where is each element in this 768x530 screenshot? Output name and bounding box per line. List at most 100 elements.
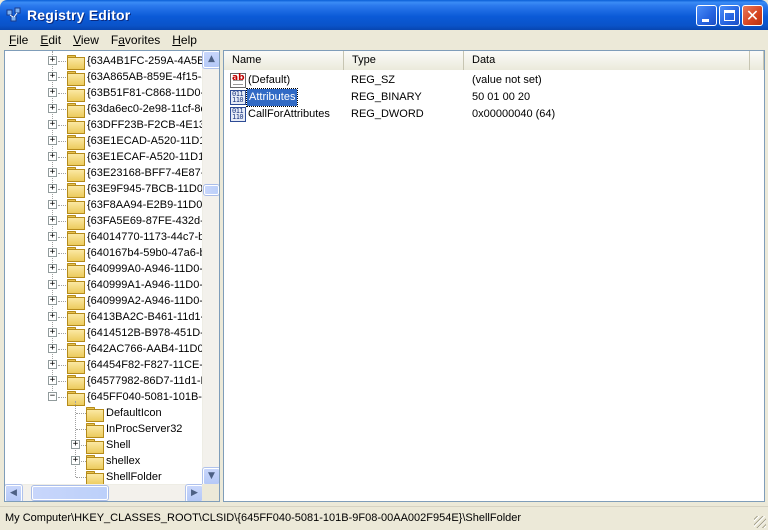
expand-icon[interactable]: + [48, 184, 57, 193]
tree-item-key[interactable]: + {63E23168-BFF7-4E87-A [5, 165, 203, 182]
folder-icon [67, 279, 85, 294]
expand-icon[interactable]: + [48, 296, 57, 305]
tree-item-subkey[interactable]: + Shell [5, 437, 203, 454]
tree-connector-line [58, 173, 66, 174]
tree-item-key[interactable]: + {63da6ec0-2e98-11cf-8c [5, 101, 203, 118]
tree-item-key[interactable]: − {645FF040-5081-101B-9 [5, 389, 203, 406]
tree-item-subkey[interactable]: DefaultIcon [5, 405, 203, 422]
column-header-type[interactable]: Type [344, 51, 464, 70]
tree-connector-line [76, 477, 86, 478]
tree-item-key[interactable]: + {63E1ECAD-A520-11D1- [5, 133, 203, 150]
key-tree-pane[interactable]: + {63A4B1FC-259A-4A5B-... + {63A865AB-859E-… [4, 50, 220, 502]
expand-icon[interactable]: + [48, 360, 57, 369]
scroll-right-icon[interactable]: ▶ [185, 484, 204, 501]
menu-help[interactable]: Help [166, 30, 203, 50]
menu-view[interactable]: View [67, 30, 105, 50]
folder-icon [67, 119, 85, 134]
expand-icon[interactable]: + [48, 152, 57, 161]
menu-file[interactable]: File [3, 30, 34, 50]
expand-icon[interactable]: + [48, 72, 57, 81]
value-row-attributes[interactable]: 011 110 Attributes REG_BINARY 50 01 00 20 [224, 88, 764, 107]
tree-item-key[interactable]: + {63F8AA94-E2B9-11D0-A [5, 197, 203, 214]
folder-icon [67, 263, 85, 278]
expand-icon[interactable]: + [48, 376, 57, 385]
expand-icon[interactable]: + [48, 312, 57, 321]
close-button[interactable]: ✕ [742, 5, 763, 26]
collapse-icon[interactable]: − [48, 392, 57, 401]
tree-item-label: {63E1ECAF-A520-11D1- [87, 151, 203, 163]
values-list-pane[interactable]: Name Type Data ab (Default) REG_SZ (valu… [223, 50, 765, 502]
scroll-down-icon[interactable]: ▼ [202, 467, 219, 486]
value-data: 50 01 00 20 [472, 91, 531, 103]
minimize-button[interactable] [696, 5, 717, 26]
tree-item-label: {6413BA2C-B461-11d1-A [87, 311, 203, 323]
tree-item-key[interactable]: + {64577982-86D7-11d1-E [5, 373, 203, 390]
resize-grip-icon[interactable] [754, 516, 766, 528]
expand-icon[interactable]: + [48, 88, 57, 97]
title-bar[interactable]: Registry Editor ✕ [0, 0, 768, 30]
expand-icon[interactable]: + [48, 56, 57, 65]
menu-favorites[interactable]: Favorites [105, 30, 166, 50]
expand-icon[interactable]: + [48, 200, 57, 209]
tree-item-key[interactable]: + {640999A1-A946-11D0-A [5, 277, 203, 294]
tree-item-label: {63E23168-BFF7-4E87-A [87, 167, 203, 179]
scroll-up-icon[interactable]: ▲ [202, 51, 219, 69]
folder-icon [67, 359, 85, 374]
tree-item-subkey[interactable]: InProcServer32 [5, 421, 203, 438]
tree-item-key[interactable]: + {640999A0-A946-11D0-A [5, 261, 203, 278]
value-row-callforattributes[interactable]: 011 110 CallForAttributes REG_DWORD 0x000… [224, 106, 764, 123]
value-type: REG_BINARY [351, 91, 422, 103]
expand-icon[interactable]: + [48, 120, 57, 129]
scroll-left-icon[interactable]: ◀ [5, 484, 23, 501]
tree-connector-line [58, 381, 66, 382]
tree-item-key[interactable]: + {64454F82-F827-11CE-9 [5, 357, 203, 374]
tree-item-key[interactable]: + {640999A2-A946-11D0-A [5, 293, 203, 310]
expand-icon[interactable]: + [48, 248, 57, 257]
column-header-data[interactable]: Data [464, 51, 750, 70]
status-path: My Computer\HKEY_CLASSES_ROOT\CLSID\{645… [5, 512, 522, 524]
tree-item-key[interactable]: + {63FA5E69-87FE-432d-8 [5, 213, 203, 230]
expand-icon[interactable]: + [48, 168, 57, 177]
value-data: (value not set) [472, 74, 542, 86]
tree-item-key[interactable]: + {63E1ECAF-A520-11D1- [5, 149, 203, 166]
expand-icon[interactable]: + [48, 344, 57, 353]
expand-icon[interactable]: + [71, 440, 80, 449]
maximize-icon [724, 10, 735, 21]
tree-vertical-scroll-thumb[interactable] [203, 184, 219, 196]
tree-item-key[interactable]: + {63DFF23B-F2CB-4E13-A [5, 117, 203, 134]
tree-item-label: Shell [106, 439, 131, 451]
tree-item-label: {64577982-86D7-11d1-E [87, 375, 203, 387]
tree-item-label: {63DFF23B-F2CB-4E13-A [87, 119, 203, 131]
tree-item-key[interactable]: + {6413BA2C-B461-11d1-A [5, 309, 203, 326]
expand-icon[interactable]: + [48, 216, 57, 225]
menu-edit[interactable]: Edit [34, 30, 67, 50]
value-type: REG_SZ [351, 74, 396, 86]
tree-item-key[interactable]: + {64014770-1173-44c7-b [5, 229, 203, 246]
expand-icon[interactable]: + [48, 328, 57, 337]
tree-item-key[interactable]: + {63E9F945-7BCB-11D0-A [5, 181, 203, 198]
value-row-default[interactable]: ab (Default) REG_SZ (value not set) [224, 72, 764, 89]
expand-icon[interactable]: + [48, 232, 57, 241]
tree-item-key[interactable]: + {640167b4-59b0-47a6-b [5, 245, 203, 262]
tree-horizontal-scrollbar[interactable]: ◀ ▶ [5, 484, 204, 501]
folder-icon [67, 327, 85, 342]
maximize-button[interactable] [719, 5, 740, 26]
tree-item-subkey[interactable]: + shellex [5, 453, 203, 470]
tree-item-key[interactable]: + {63A4B1FC-259A-4A5B-... [5, 53, 203, 70]
expand-icon[interactable]: + [48, 280, 57, 289]
expand-icon[interactable]: + [48, 136, 57, 145]
tree-item-label: {6414512B-B978-451D-A [87, 327, 203, 339]
tree-vertical-scrollbar[interactable]: ▲ ▼ [202, 51, 219, 486]
column-header-name[interactable]: Name [224, 51, 344, 70]
tree-item-key[interactable]: + {63A865AB-859E-4f15-8 [5, 69, 203, 86]
expand-icon[interactable]: + [71, 456, 80, 465]
tree-horizontal-scroll-thumb[interactable] [31, 485, 109, 501]
tree-item-key[interactable]: + {642AC766-AAB4-11D0- [5, 341, 203, 358]
tree-item-label: {642AC766-AAB4-11D0- [87, 343, 203, 355]
tree-item-key[interactable]: + {63B51F81-C868-11D0-9 [5, 85, 203, 102]
folder-icon [67, 55, 85, 70]
expand-icon[interactable]: + [48, 264, 57, 273]
tree-item-subkey[interactable]: ShellFolder [5, 469, 203, 485]
expand-icon[interactable]: + [48, 104, 57, 113]
tree-item-key[interactable]: + {6414512B-B978-451D-A [5, 325, 203, 342]
